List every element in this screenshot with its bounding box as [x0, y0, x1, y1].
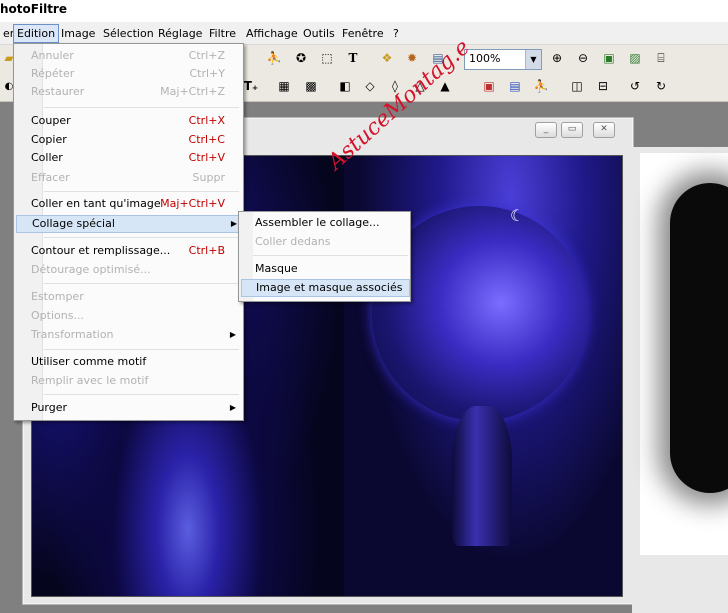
- menu-separator: [44, 349, 239, 350]
- color-balance-icon[interactable]: ▣: [480, 77, 498, 95]
- zoom-out-icon[interactable]: ⊖: [574, 49, 592, 67]
- text-add-icon[interactable]: T₊: [242, 77, 260, 95]
- menu-item-repeter: Répéter Ctrl+Y: [31, 67, 225, 80]
- second-image-window[interactable]: [632, 147, 728, 613]
- menu-item-detourage: Détourage optimisé...: [31, 263, 151, 276]
- blur-icon[interactable]: ◧: [336, 77, 354, 95]
- menu-affichage[interactable]: Affichage: [243, 25, 301, 42]
- text-tool-icon[interactable]: T: [344, 49, 362, 67]
- menu-item-effacer: Effacer Suppr: [31, 171, 225, 184]
- run-icon[interactable]: ⛹: [265, 49, 283, 67]
- menu-reglage[interactable]: Réglage: [155, 25, 205, 42]
- tree-trunk-graphic: [452, 406, 512, 546]
- submenu-item-assembler[interactable]: Assembler le collage...: [241, 214, 408, 232]
- minimize-button[interactable]: _: [535, 122, 557, 138]
- rotate-right-icon[interactable]: ↻: [652, 77, 670, 95]
- menu-item-transformation: Transformation ▶: [16, 326, 241, 344]
- chevron-down-icon[interactable]: ▼: [525, 50, 541, 69]
- menu-fenetre[interactable]: Fenêtre: [339, 25, 387, 42]
- menu-edition[interactable]: Edition: [13, 24, 60, 43]
- fit-window-icon[interactable]: ▣: [600, 49, 618, 67]
- close-button[interactable]: ✕: [593, 122, 615, 138]
- script-icon[interactable]: ⛹: [532, 77, 550, 95]
- menu-help[interactable]: ?: [390, 25, 402, 42]
- zoom-select[interactable]: 100% ▼: [464, 49, 542, 70]
- fullscreen-icon[interactable]: ⌸: [652, 49, 670, 67]
- menu-item-estomper: Estomper: [31, 290, 84, 303]
- drop-icon[interactable]: ◇: [361, 77, 379, 95]
- actual-size-icon[interactable]: ▨: [626, 49, 644, 67]
- menu-item-couper[interactable]: Couper Ctrl+X: [16, 112, 241, 130]
- menu-image[interactable]: Image: [58, 25, 98, 42]
- menu-item-remplir-motif: Remplir avec le motif: [31, 374, 149, 387]
- menu-item-restaurer: Restaurer Maj+Ctrl+Z: [31, 85, 225, 98]
- dark-shape-graphic: [670, 183, 728, 493]
- rotate-left-icon[interactable]: ↺: [626, 77, 644, 95]
- lasso-icon[interactable]: ✪: [292, 49, 310, 67]
- flip-horizontal-icon[interactable]: ◫: [568, 77, 586, 95]
- submenu-item-masque[interactable]: Masque: [241, 260, 408, 278]
- explorer-icon[interactable]: ❖: [378, 49, 396, 67]
- flip-vertical-icon[interactable]: ⊟: [594, 77, 612, 95]
- collage-special-submenu: Assembler le collage... Coller dedans Ma…: [238, 211, 411, 302]
- edition-menu: Annuler Ctrl+Z Répéter Ctrl+Y Restaurer Maj…: [13, 43, 244, 421]
- menu-filtre[interactable]: Filtre: [206, 25, 239, 42]
- menu-item-purger[interactable]: Purger ▶: [16, 399, 241, 417]
- crescent-moon-icon: ☾: [510, 206, 525, 225]
- submenu-item-coller-dedans: Coller dedans: [255, 235, 331, 248]
- menu-separator: [44, 237, 239, 238]
- menu-item-contour[interactable]: Contour et remplissage... Ctrl+B: [16, 242, 241, 260]
- menu-item-collage-special[interactable]: Collage spécial ▶: [16, 215, 243, 233]
- submenu-arrow-icon: ▶: [229, 330, 236, 339]
- selection-icon[interactable]: ⬚: [318, 49, 336, 67]
- zoom-in-icon[interactable]: ⊕: [548, 49, 566, 67]
- menu-outils[interactable]: Outils: [300, 25, 338, 42]
- menu-bar: er Edition Image Sélection Réglage Filtr…: [0, 22, 728, 45]
- gear-icon[interactable]: ✹: [403, 49, 421, 67]
- submenu-arrow-icon: ▶: [229, 403, 236, 412]
- menu-item-copier[interactable]: Copier Ctrl+C: [16, 131, 241, 149]
- submenu-item-image-masque[interactable]: Image et masque associés: [241, 279, 410, 297]
- grid-icon[interactable]: ▦: [275, 77, 293, 95]
- menu-separator: [44, 191, 239, 192]
- menu-item-utiliser-motif[interactable]: Utiliser comme motif: [16, 353, 241, 371]
- menu-separator: [253, 255, 408, 256]
- menu-selection[interactable]: Sélection: [100, 25, 157, 42]
- submenu-arrow-icon: ▶: [230, 219, 237, 228]
- title-bar: hotoFiltre: [0, 0, 728, 22]
- mosaic-icon[interactable]: ▩: [302, 77, 320, 95]
- app-title: hotoFiltre: [0, 2, 67, 16]
- menu-separator: [44, 394, 239, 395]
- menu-item-annuler: Annuler Ctrl+Z: [31, 49, 225, 62]
- second-image-canvas[interactable]: [640, 153, 728, 555]
- menu-separator: [44, 107, 239, 108]
- menu-item-options: Options...: [31, 309, 84, 322]
- maximize-button[interactable]: ▭: [561, 122, 583, 138]
- menu-item-coller-image[interactable]: Coller en tant qu'image Maj+Ctrl+V: [16, 195, 241, 213]
- menu-separator: [44, 283, 239, 284]
- brightness-icon[interactable]: ▤: [506, 77, 524, 95]
- menu-item-coller[interactable]: Coller Ctrl+V: [16, 149, 241, 167]
